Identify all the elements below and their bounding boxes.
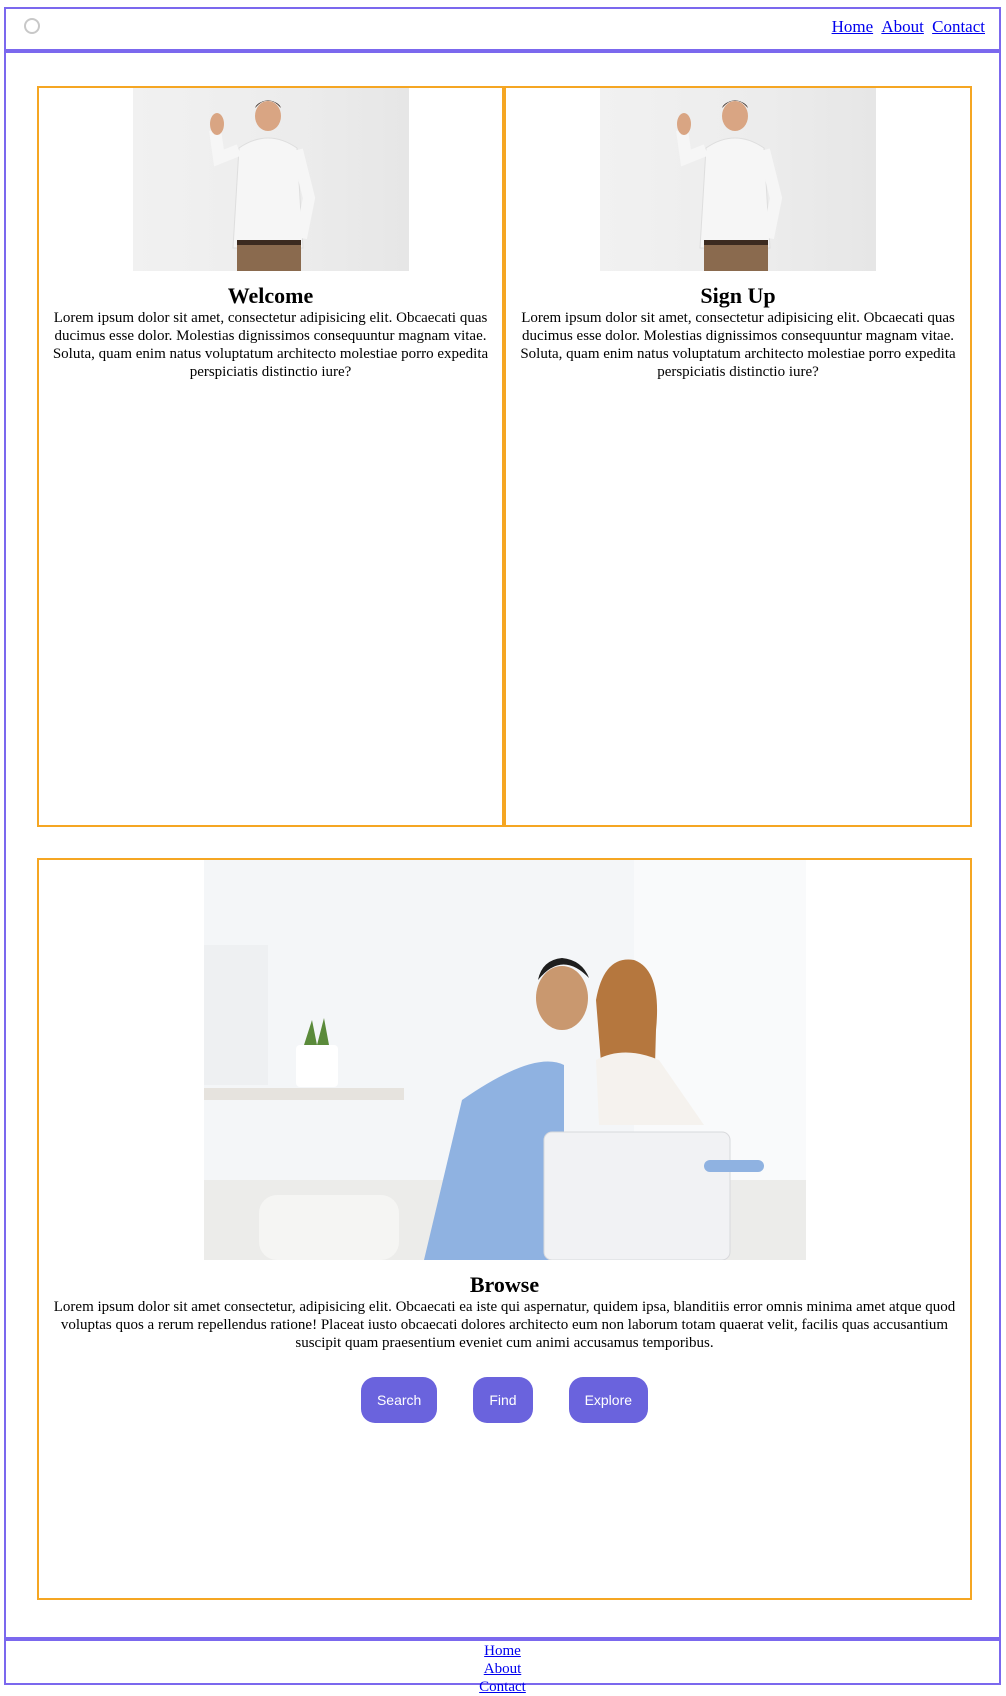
signup-card: Sign Up Lorem ipsum dolor sit amet, cons… xyxy=(504,86,972,827)
explore-button[interactable]: Explore xyxy=(568,1377,649,1423)
footer-nav: Home About Contact xyxy=(6,1642,999,1696)
welcome-text: Lorem ipsum dolor sit amet, consectetur … xyxy=(52,310,489,380)
top-nav: Home About Contact xyxy=(828,17,985,37)
nav-home-link[interactable]: Home xyxy=(832,17,874,36)
welcome-card: Welcome Lorem ipsum dolor sit amet, cons… xyxy=(37,86,504,827)
waving-man-photo xyxy=(600,88,876,271)
search-button[interactable]: Search xyxy=(360,1377,438,1423)
browse-title: Browse xyxy=(469,1272,540,1297)
footer-home-link[interactable]: Home xyxy=(473,1642,533,1660)
footer-contact-link[interactable]: Contact xyxy=(473,1678,533,1696)
signup-text: Lorem ipsum dolor sit amet, consectetur … xyxy=(520,310,956,380)
couple-laptop-illustration xyxy=(203,860,806,1260)
signup-title: Sign Up xyxy=(700,283,776,308)
nav-about-link[interactable]: About xyxy=(881,17,924,36)
site-footer: Home About Contact xyxy=(6,1637,999,1695)
browse-text: Lorem ipsum dolor sit amet consectetur, … xyxy=(53,1299,956,1351)
welcome-title: Welcome xyxy=(227,283,314,308)
couple-laptop-photo xyxy=(203,860,806,1260)
footer-about-link[interactable]: About xyxy=(473,1660,533,1678)
waving-man-illustration xyxy=(676,100,783,271)
page-frame: Home About Contact Welcome Lorem ipsum d… xyxy=(4,7,1001,1695)
browse-card: Browse Lorem ipsum dolor sit amet consec… xyxy=(37,858,972,1600)
waving-man-illustration xyxy=(208,100,315,271)
circle-logo-icon[interactable] xyxy=(24,18,40,34)
find-button[interactable]: Find xyxy=(473,1377,533,1423)
waving-man-photo xyxy=(132,88,409,271)
nav-contact-link[interactable]: Contact xyxy=(932,17,985,36)
site-header: Home About Contact xyxy=(6,9,999,53)
browse-actions: Search Find Explore xyxy=(39,1377,970,1423)
